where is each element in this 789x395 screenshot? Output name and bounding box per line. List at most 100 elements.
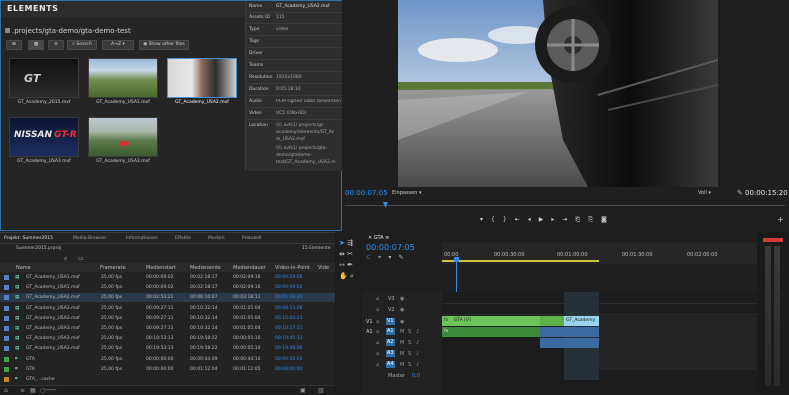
pen-tool-icon[interactable]: ✒ [347,261,353,269]
breadcrumb-path[interactable]: .projects/gta-demo/gta-demo-test [12,27,131,35]
linked-selection-icon[interactable]: ⌖ [378,254,388,261]
wrench-icon[interactable]: ✎ [737,189,743,197]
list-item[interactable]: ▤ GT_Academy_USA3.mxf 25,00 fps 00:09:27:11… [0,314,335,323]
track-label-a4[interactable]: A4 [386,361,395,368]
lock-icon[interactable]: ⌂ [376,296,379,302]
master-volume[interactable]: 0,0 [412,373,420,379]
zoom-tool-icon[interactable]: ⌕ [350,272,354,280]
column-video[interactable]: Vide [318,265,329,271]
list-item[interactable]: ▤ GT_Academy_USA1.mxf 25,00 fps 00:00:09:02… [0,273,335,282]
razor-tool-icon[interactable]: ✂ [347,250,353,258]
lift-icon[interactable]: ⎗ [575,216,588,223]
add-button-icon[interactable]: + [777,215,784,224]
clip-a1[interactable]: fx [442,327,540,337]
playhead-handle[interactable] [454,257,459,262]
label-color-swatch[interactable] [4,377,9,382]
tab-project[interactable]: Projekt: Summer2015 [4,236,53,241]
asset-thumbnail-selected[interactable] [167,58,237,98]
track-select-tool-icon[interactable]: ⇶ [347,239,353,247]
quality-select[interactable]: Voll ▾ [698,190,711,196]
eye-icon[interactable]: ◉ [400,296,404,302]
asset-thumbnail[interactable] [88,58,158,98]
clip-a2[interactable] [540,338,599,348]
list-view-button[interactable]: ≡ [48,40,64,50]
mic-icon[interactable]: ♪ [416,329,419,335]
go-to-in-icon[interactable]: ⇤ [515,216,528,223]
list-item[interactable]: ▤ GT_Academy_USA3.mxf 25,00 fps 00:09:27:11… [0,304,335,313]
clip-v1-selected[interactable]: GT_Academy [564,316,599,326]
label-color-swatch[interactable] [4,326,9,331]
mute-button[interactable]: M [400,340,404,346]
mute-button[interactable]: M [400,329,404,335]
snap-icon[interactable]: ⊂ [366,254,378,261]
step-forward-icon[interactable]: ▸ [551,216,562,223]
label-color-swatch[interactable] [4,275,9,280]
lock-icon[interactable]: ⌂ [4,387,8,394]
asset-thumbnail[interactable]: GT [9,58,79,98]
list-item[interactable]: ⌗ GTA 25,00 fps 00:00:00:00 00:01:12:04 00:01… [0,365,335,374]
source-patch-video[interactable]: V1 [366,319,373,325]
asset-thumbnail[interactable]: NISSAN GT-R [9,117,79,157]
mute-button[interactable]: M [400,362,404,368]
label-color-swatch[interactable] [4,366,9,372]
out-point-icon[interactable]: } [503,216,515,223]
in-point-icon[interactable]: { [491,216,503,223]
clip-v1[interactable] [540,316,564,326]
sequence-tab[interactable]: ✕ GTA ≡ [368,235,389,241]
zoom-select[interactable]: Einpassen ▾ [392,190,422,196]
mic-icon[interactable]: ♪ [416,340,419,346]
list-item[interactable]: ▤ GT_Academy_USA3.mxf 25,00 fps 00:09:27:11… [0,324,335,333]
work-area-bar[interactable] [442,260,599,262]
go-to-out-icon[interactable]: ⇥ [562,216,575,223]
search-button[interactable]: ⌕ Search [67,40,97,50]
play-icon[interactable]: ▶ [539,216,552,223]
sort-button[interactable]: A→Z ▾ [102,40,134,50]
column-name[interactable]: Name [16,265,31,271]
label-color-swatch[interactable] [4,346,9,352]
column-media-end[interactable]: Medienende [190,265,221,271]
grid-view-button[interactable]: ▦ [28,40,44,50]
column-media-start[interactable]: Medienstart [146,265,176,271]
column-media-duration[interactable]: Mediendauer [233,265,266,271]
column-framerate[interactable]: Framerate [100,265,126,271]
hand-tool-icon[interactable]: ✋ [339,272,348,280]
slip-tool-icon[interactable]: ⇿ [339,261,345,269]
source-patch-audio[interactable]: A1 [366,329,373,335]
lock-icon[interactable]: ⌂ [376,307,379,313]
list-item[interactable]: ▤ GT_Academy_USA3.mxf 25,00 fps 00:19:53:13… [0,344,335,353]
extract-icon[interactable]: ⎘ [588,216,601,223]
label-color-swatch[interactable] [4,336,9,342]
grid-large-view-button[interactable]: ⊞ [6,40,22,50]
list-view-icon[interactable]: ≡ [20,387,25,394]
tab-history[interactable]: Protokoll [242,236,261,241]
time-ruler[interactable]: 00:00 00:00:30:00 00:01:00:00 00:01:30:0… [442,242,757,264]
track-label-v1[interactable]: V1 [386,318,395,325]
tab-effects[interactable]: Effekte [175,236,191,241]
list-item[interactable]: ▤ GT_Academy_USA2.mxf 25,00 fps 00:02:53:22… [0,293,335,303]
tab-markers[interactable]: Marken [208,236,225,241]
solo-button[interactable]: S [408,340,411,346]
solo-button[interactable]: S [408,329,411,335]
tab-media-browser[interactable]: Media-Browser [73,236,106,241]
clip-indicator[interactable] [763,238,783,242]
solo-button[interactable]: S [408,362,411,368]
settings-icon[interactable]: ✎ [398,254,410,261]
program-current-timecode[interactable]: 00:00:07:05 [345,189,388,197]
eye-icon[interactable]: ◉ [400,319,404,325]
lock-icon[interactable]: ⌂ [376,329,379,335]
track-label-a3[interactable]: A3 [386,350,395,357]
track-label-a2[interactable]: A2 [386,339,395,346]
ripple-tool-icon[interactable]: ⇹ [339,250,345,258]
add-marker-icon[interactable]: ▾ [388,254,398,261]
marker-icon[interactable]: ▾ [480,216,491,223]
mic-icon[interactable]: ♪ [416,351,419,357]
export-frame-icon[interactable]: ◙ [601,216,615,223]
mic-icon[interactable]: ♪ [416,362,419,368]
track-label-a1[interactable]: A1 [386,328,395,335]
eye-icon[interactable]: ◉ [400,307,404,313]
lock-icon[interactable]: ⌂ [376,362,379,368]
label-color-swatch[interactable] [4,295,9,301]
icon-view-icon[interactable]: ▦ [30,387,36,394]
list-item[interactable]: ▤ GT_Academy_USA1.mxf 25,00 fps 00:00:09:02… [0,283,335,292]
folder-icon[interactable]: ▭ [78,255,84,262]
